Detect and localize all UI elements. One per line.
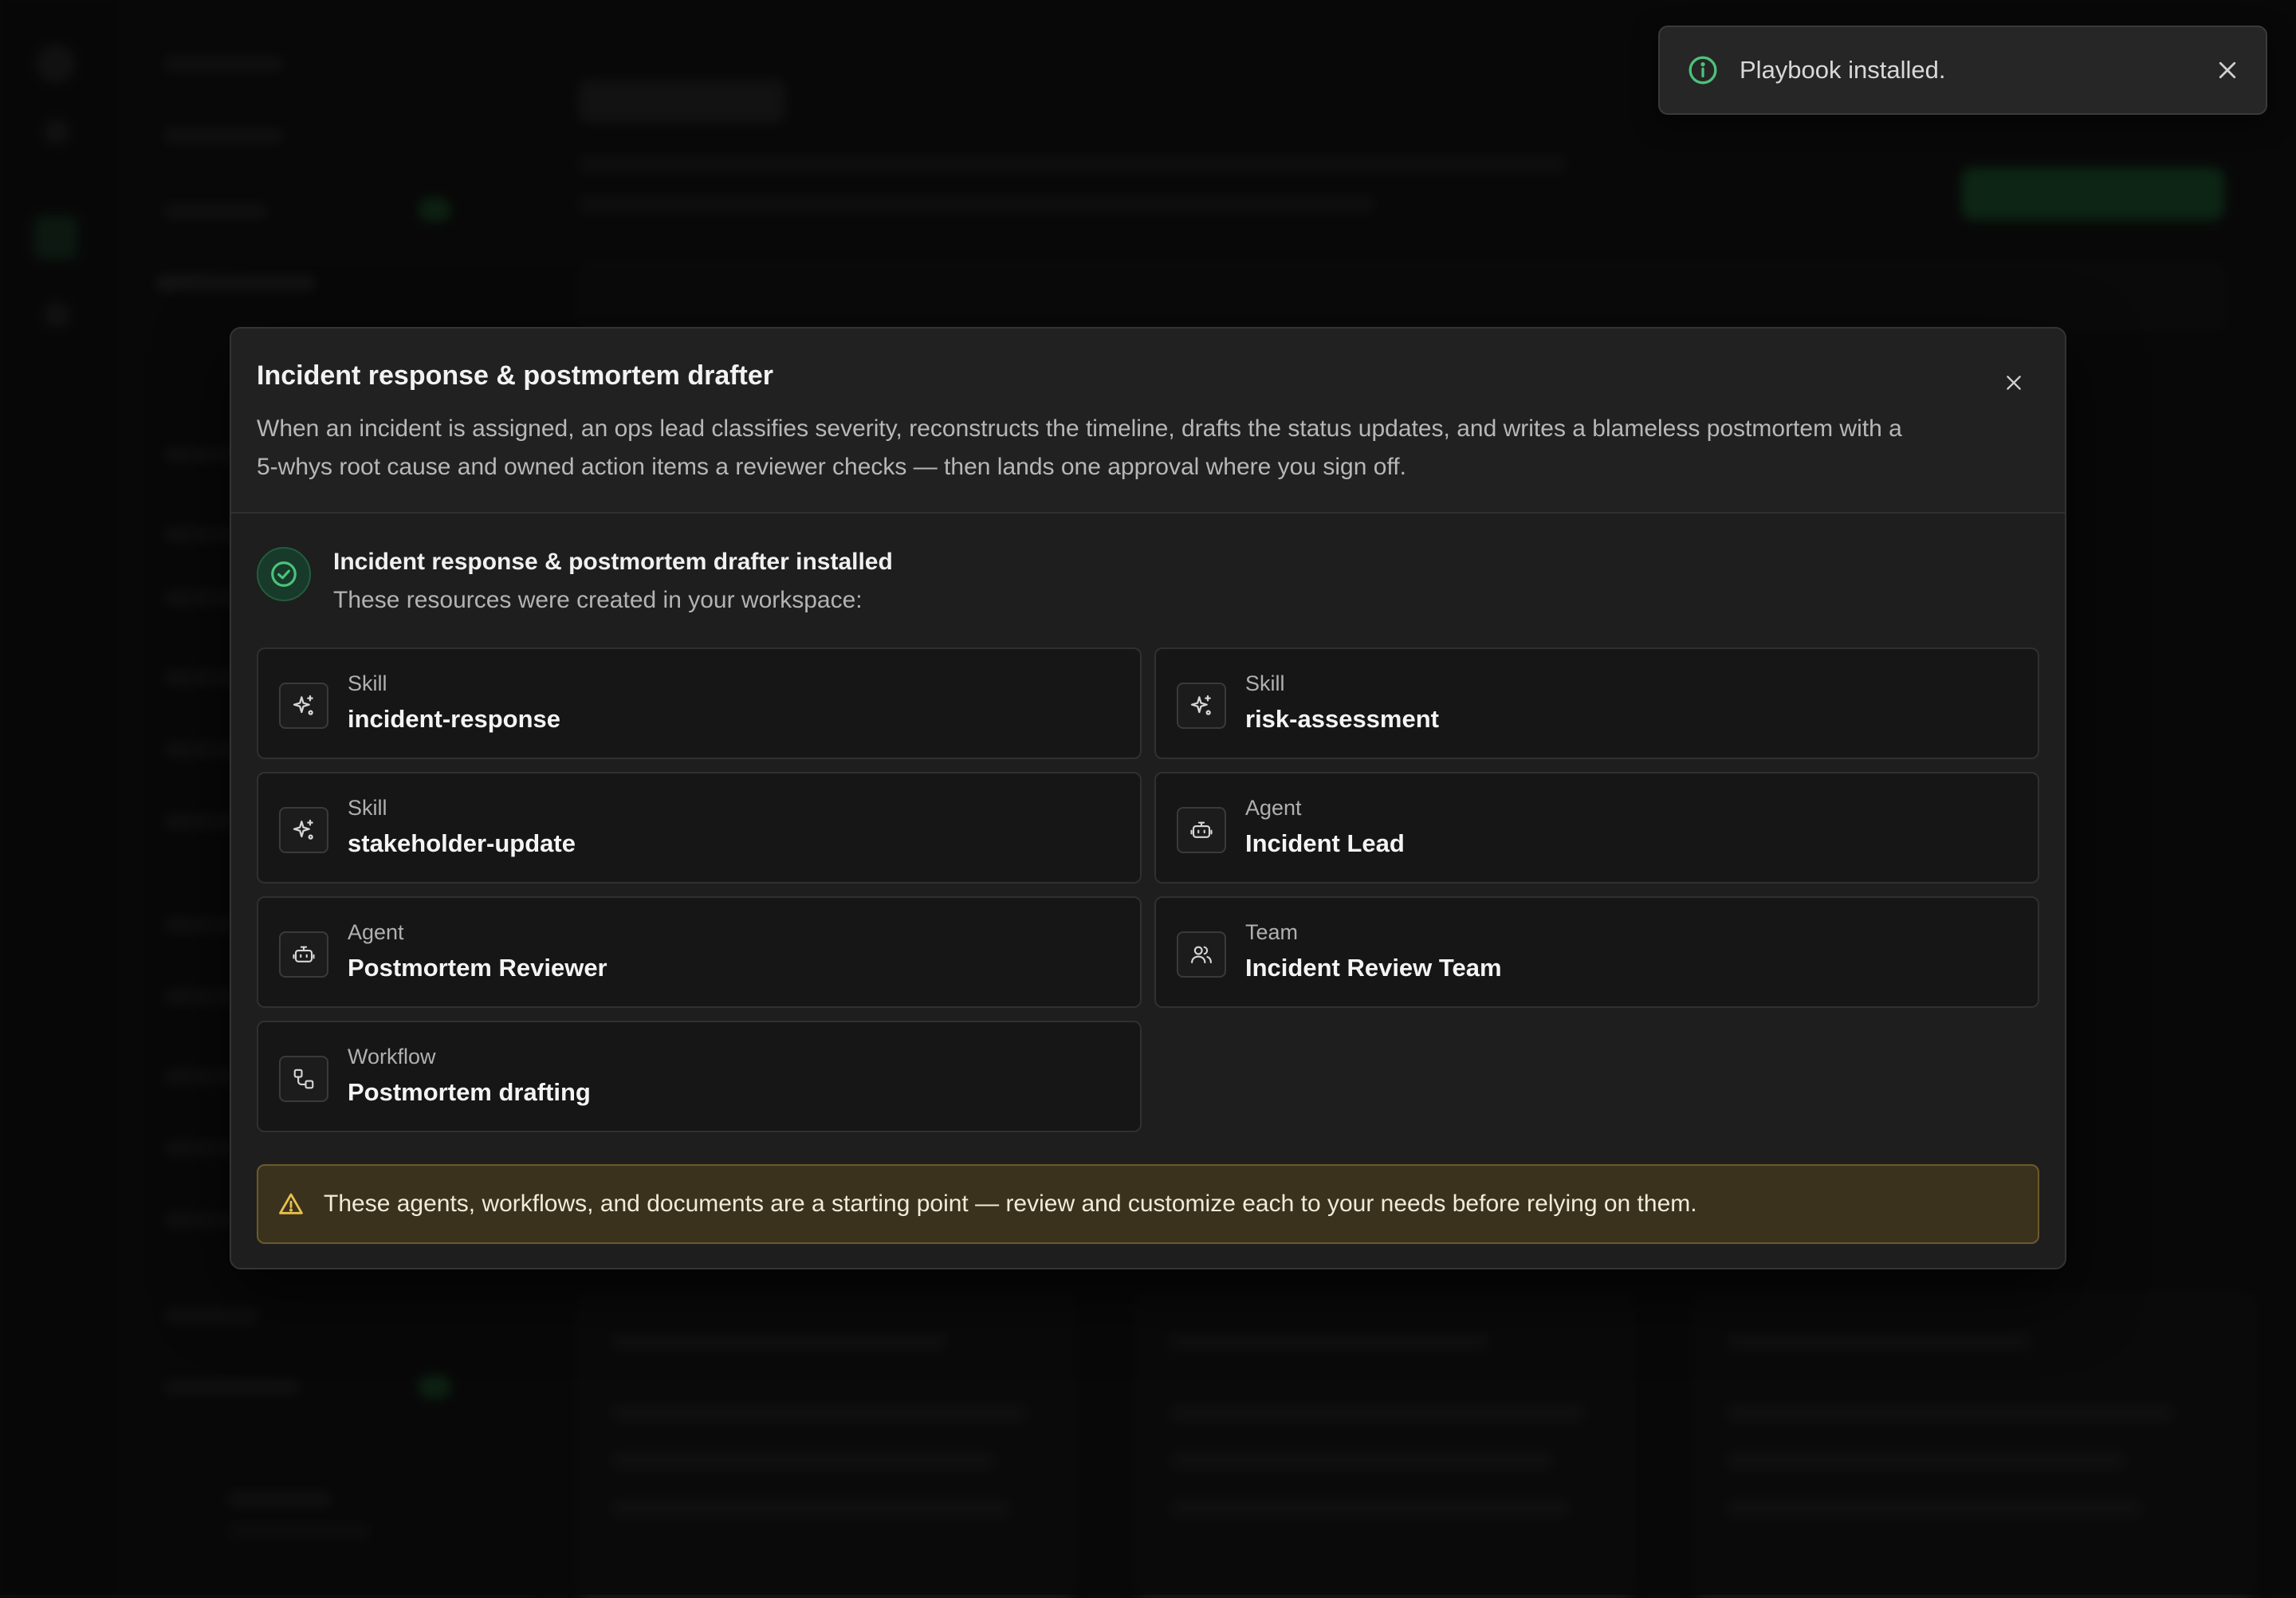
resource-kind: Agent	[1245, 796, 1302, 820]
workflow-icon	[279, 1056, 328, 1102]
info-icon	[1687, 54, 1719, 86]
warning-icon	[277, 1191, 305, 1218]
resource-card-incident-lead[interactable]: Agent Incident Lead	[1154, 772, 2039, 884]
sparkle-icon	[1177, 683, 1226, 729]
resource-name: Incident Lead	[1245, 829, 1405, 857]
resource-name: Incident Review Team	[1245, 954, 1502, 982]
bot-icon	[1177, 807, 1226, 853]
sparkle-icon	[279, 807, 328, 853]
toast-message: Playbook installed.	[1740, 56, 1946, 84]
dialog-title: Incident response & postmortem drafter	[257, 360, 774, 391]
toast-notification: Playbook installed.	[1658, 26, 2267, 115]
resource-kind: Agent	[348, 920, 404, 944]
resource-card-incident-response[interactable]: Skill incident-response	[257, 647, 1142, 759]
resource-kind: Workflow	[348, 1045, 436, 1069]
install-success: Incident response & postmortem drafter i…	[257, 537, 1373, 613]
success-title: Incident response & postmortem drafter i…	[333, 549, 893, 575]
install-dialog: Incident response & postmortem drafter W…	[230, 327, 2066, 1269]
resource-name: Postmortem drafting	[348, 1078, 591, 1106]
dialog-close-button[interactable]	[1998, 367, 2030, 399]
dialog-description: When an incident is assigned, an ops lea…	[257, 415, 1902, 480]
close-icon	[2219, 61, 2236, 79]
resource-kind: Skill	[348, 796, 387, 820]
disclaimer-banner: These agents, workflows, and documents a…	[257, 1164, 2039, 1244]
resource-kind: Team	[1245, 920, 1299, 944]
success-subtitle: These resources were created in your wor…	[333, 587, 863, 613]
resource-name: risk-assessment	[1245, 705, 1439, 733]
bot-icon	[279, 931, 328, 978]
resource-card-postmortem-reviewer[interactable]: Agent Postmortem Reviewer	[257, 896, 1142, 1008]
resource-name: Postmortem Reviewer	[348, 954, 607, 982]
check-circle-icon	[257, 547, 311, 601]
sparkle-icon	[279, 683, 328, 729]
close-icon	[2007, 376, 2021, 390]
dialog-header: Incident response & postmortem drafter W…	[231, 329, 2065, 514]
resource-name: stakeholder-update	[348, 829, 576, 857]
resource-card-postmortem-drafting[interactable]: Workflow Postmortem drafting	[257, 1021, 1142, 1132]
resource-kind: Skill	[348, 671, 387, 695]
disclaimer-text: These agents, workflows, and documents a…	[324, 1191, 1697, 1217]
resource-card-stakeholder-update[interactable]: Skill stakeholder-update	[257, 772, 1142, 884]
resource-name: incident-response	[348, 705, 560, 733]
resource-kind: Skill	[1245, 671, 1285, 695]
toast-close-button[interactable]	[2213, 56, 2242, 85]
resource-card-incident-review-team[interactable]: Team Incident Review Team	[1154, 896, 2039, 1008]
users-icon	[1177, 931, 1226, 978]
resource-card-risk-assessment[interactable]: Skill risk-assessment	[1154, 647, 2039, 759]
